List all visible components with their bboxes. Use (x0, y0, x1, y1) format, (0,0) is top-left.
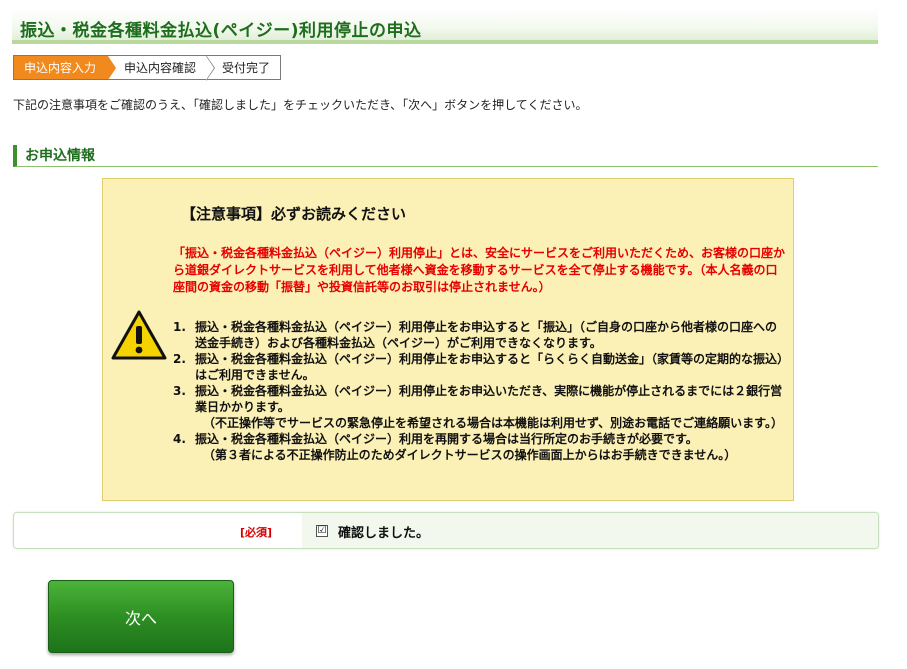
notice-box: 【注意事項】必ずお読みください 「振込・税金各種料金払込（ペイジー）利用停止」と… (102, 178, 794, 501)
notice-item-note: （第３者による不正操作防止のためダイレクトサービスの操作画面上からはお手続きでき… (203, 448, 737, 462)
step-arrow-icon (206, 56, 215, 80)
notice-item-number: 4. (173, 432, 186, 446)
notice-title: 【注意事項】必ずお読みください (181, 205, 407, 223)
notice-list: 1. 振込・税金各種料金払込（ペイジー）利用停止をお申込すると「振込」（ご自身の… (173, 319, 785, 463)
step-confirm: 申込内容確認 (108, 55, 216, 81)
step-arrow-icon (108, 56, 117, 80)
next-button[interactable]: 次へ (48, 580, 234, 653)
step-label: 申込内容確認 (124, 61, 197, 75)
section-heading: お申込情報 (13, 145, 878, 167)
page-title: 振込・税金各種料金払込(ペイジー)利用停止の申込 (12, 8, 878, 44)
notice-item-text: 振込・税金各種料金払込（ペイジー）利用停止をお申込すると「振込」（ご自身の口座か… (195, 320, 778, 350)
notice-item-text: 振込・税金各種料金払込（ペイジー）利用を再開する場合は当行所定のお手続きが必要で… (195, 432, 698, 446)
instruction-text: 下記の注意事項をご確認のうえ、「確認しました」をチェックいただき、「次へ」ボタン… (13, 98, 588, 112)
notice-item-number: 3. (173, 384, 186, 398)
progress-steps: 申込内容入力 申込内容確認 受付完了 (13, 55, 282, 81)
notice-item: 3. 振込・税金各種料金払込（ペイジー）利用停止をお申込いただき、実際に機能が停… (173, 383, 785, 431)
confirm-checkbox-label[interactable]: 確認しました。 (338, 522, 429, 541)
confirm-checkbox[interactable]: ☑ (316, 525, 328, 537)
required-label: [必須] (240, 526, 273, 539)
notice-item-number: 1. (173, 320, 186, 334)
step-complete: 受付完了 (206, 56, 281, 79)
notice-item: 4. 振込・税金各種料金払込（ペイジー）利用を再開する場合は当行所定のお手続きが… (173, 431, 785, 463)
step-label: 受付完了 (222, 61, 271, 75)
notice-item: 2. 振込・税金各種料金払込（ペイジー）利用停止をお申込すると「らくらく自動送金… (173, 351, 785, 383)
notice-item-note: （不正操作等でサービスの緊急停止を希望される場合は本機能は利用せず、別途お電話で… (203, 416, 783, 430)
confirm-row: [必須] ☑ 確認しました。 (13, 512, 879, 549)
step-input: 申込内容入力 (14, 56, 117, 80)
notice-red-text: 「振込・税金各種料金払込（ペイジー）利用停止」とは、安全にサービスをご利用いただ… (173, 246, 786, 294)
notice-item: 1. 振込・税金各種料金払込（ペイジー）利用停止をお申込すると「振込」（ご自身の… (173, 319, 785, 351)
notice-item-number: 2. (173, 352, 186, 366)
notice-item-text: 振込・税金各種料金払込（ペイジー）利用停止をお申込すると「らくらく自動送金」（家… (195, 352, 784, 382)
warning-icon (111, 310, 167, 360)
confirm-area: ☑ 確認しました。 (302, 513, 878, 548)
step-label: 申込内容入力 (24, 61, 97, 75)
notice-item-text: 振込・税金各種料金払込（ペイジー）利用停止をお申込いただき、実際に機能が停止され… (195, 384, 783, 414)
